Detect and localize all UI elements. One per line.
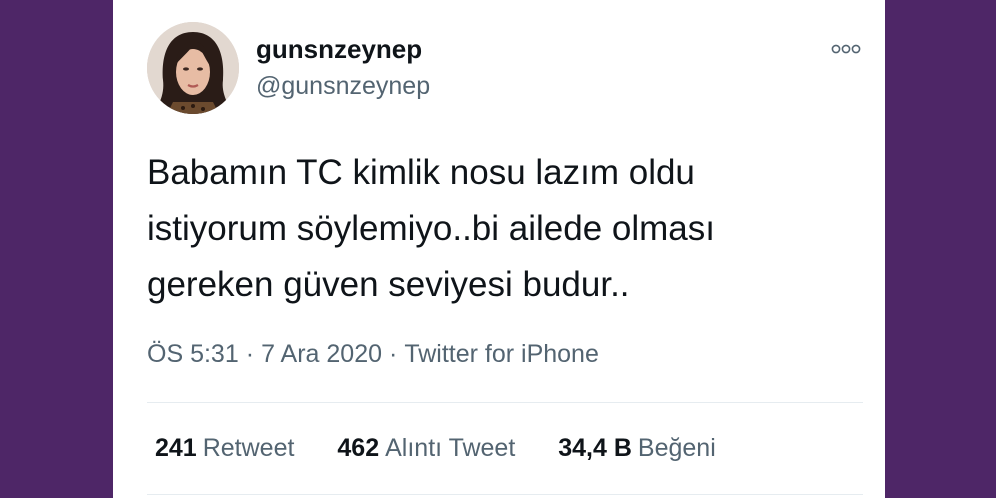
tweet-date[interactable]: 7 Ara 2020 [261, 340, 382, 368]
retweets-count: 241 [155, 434, 197, 462]
display-name[interactable]: gunsnzeynep [256, 34, 422, 65]
likes-label: Beğeni [637, 434, 716, 462]
tweet-line: Babamın TC kimlik nosu lazım oldu [147, 153, 695, 192]
retweets-label: Retweet [202, 434, 295, 462]
tweet-line: istiyorum söylemiyo..bi ailede olması [147, 209, 715, 248]
tweet-text: Babamın TC kimlik nosu lazım oldu istiyo… [147, 145, 867, 313]
separator: · [245, 340, 255, 368]
engagement-stats: 241 Retweet 462 Alıntı Tweet 34,4 B Beğeni [155, 434, 752, 463]
quote-tweets-count: 462 [337, 434, 380, 462]
quote-tweets-label: Alıntı Tweet [385, 434, 516, 462]
tweet-card: gunsnzeynep @gunsnzeynep Babamın TC kiml… [113, 0, 885, 498]
separator: · [389, 340, 398, 368]
tweet-time[interactable]: ÖS 5:31 [147, 340, 239, 368]
avatar[interactable] [147, 22, 239, 114]
tweet-line: gereken güven seviyesi budur.. [147, 265, 630, 304]
likes-stat[interactable]: 34,4 B Beğeni [558, 434, 716, 463]
divider [147, 402, 863, 403]
retweets-stat[interactable]: 241 Retweet [155, 434, 294, 463]
quote-tweets-stat[interactable]: 462 Alıntı Tweet [337, 434, 515, 463]
divider [147, 494, 863, 495]
tweet-metadata: ÖS 5:31 · 7 Ara 2020 · Twitter for iPhone [147, 340, 599, 369]
avatar-photo [147, 22, 239, 114]
tweet-source[interactable]: Twitter for iPhone [404, 340, 599, 368]
user-handle[interactable]: @gunsnzeynep [256, 72, 430, 101]
more-options-icon[interactable] [831, 42, 861, 56]
likes-count: 34,4 B [558, 434, 632, 462]
